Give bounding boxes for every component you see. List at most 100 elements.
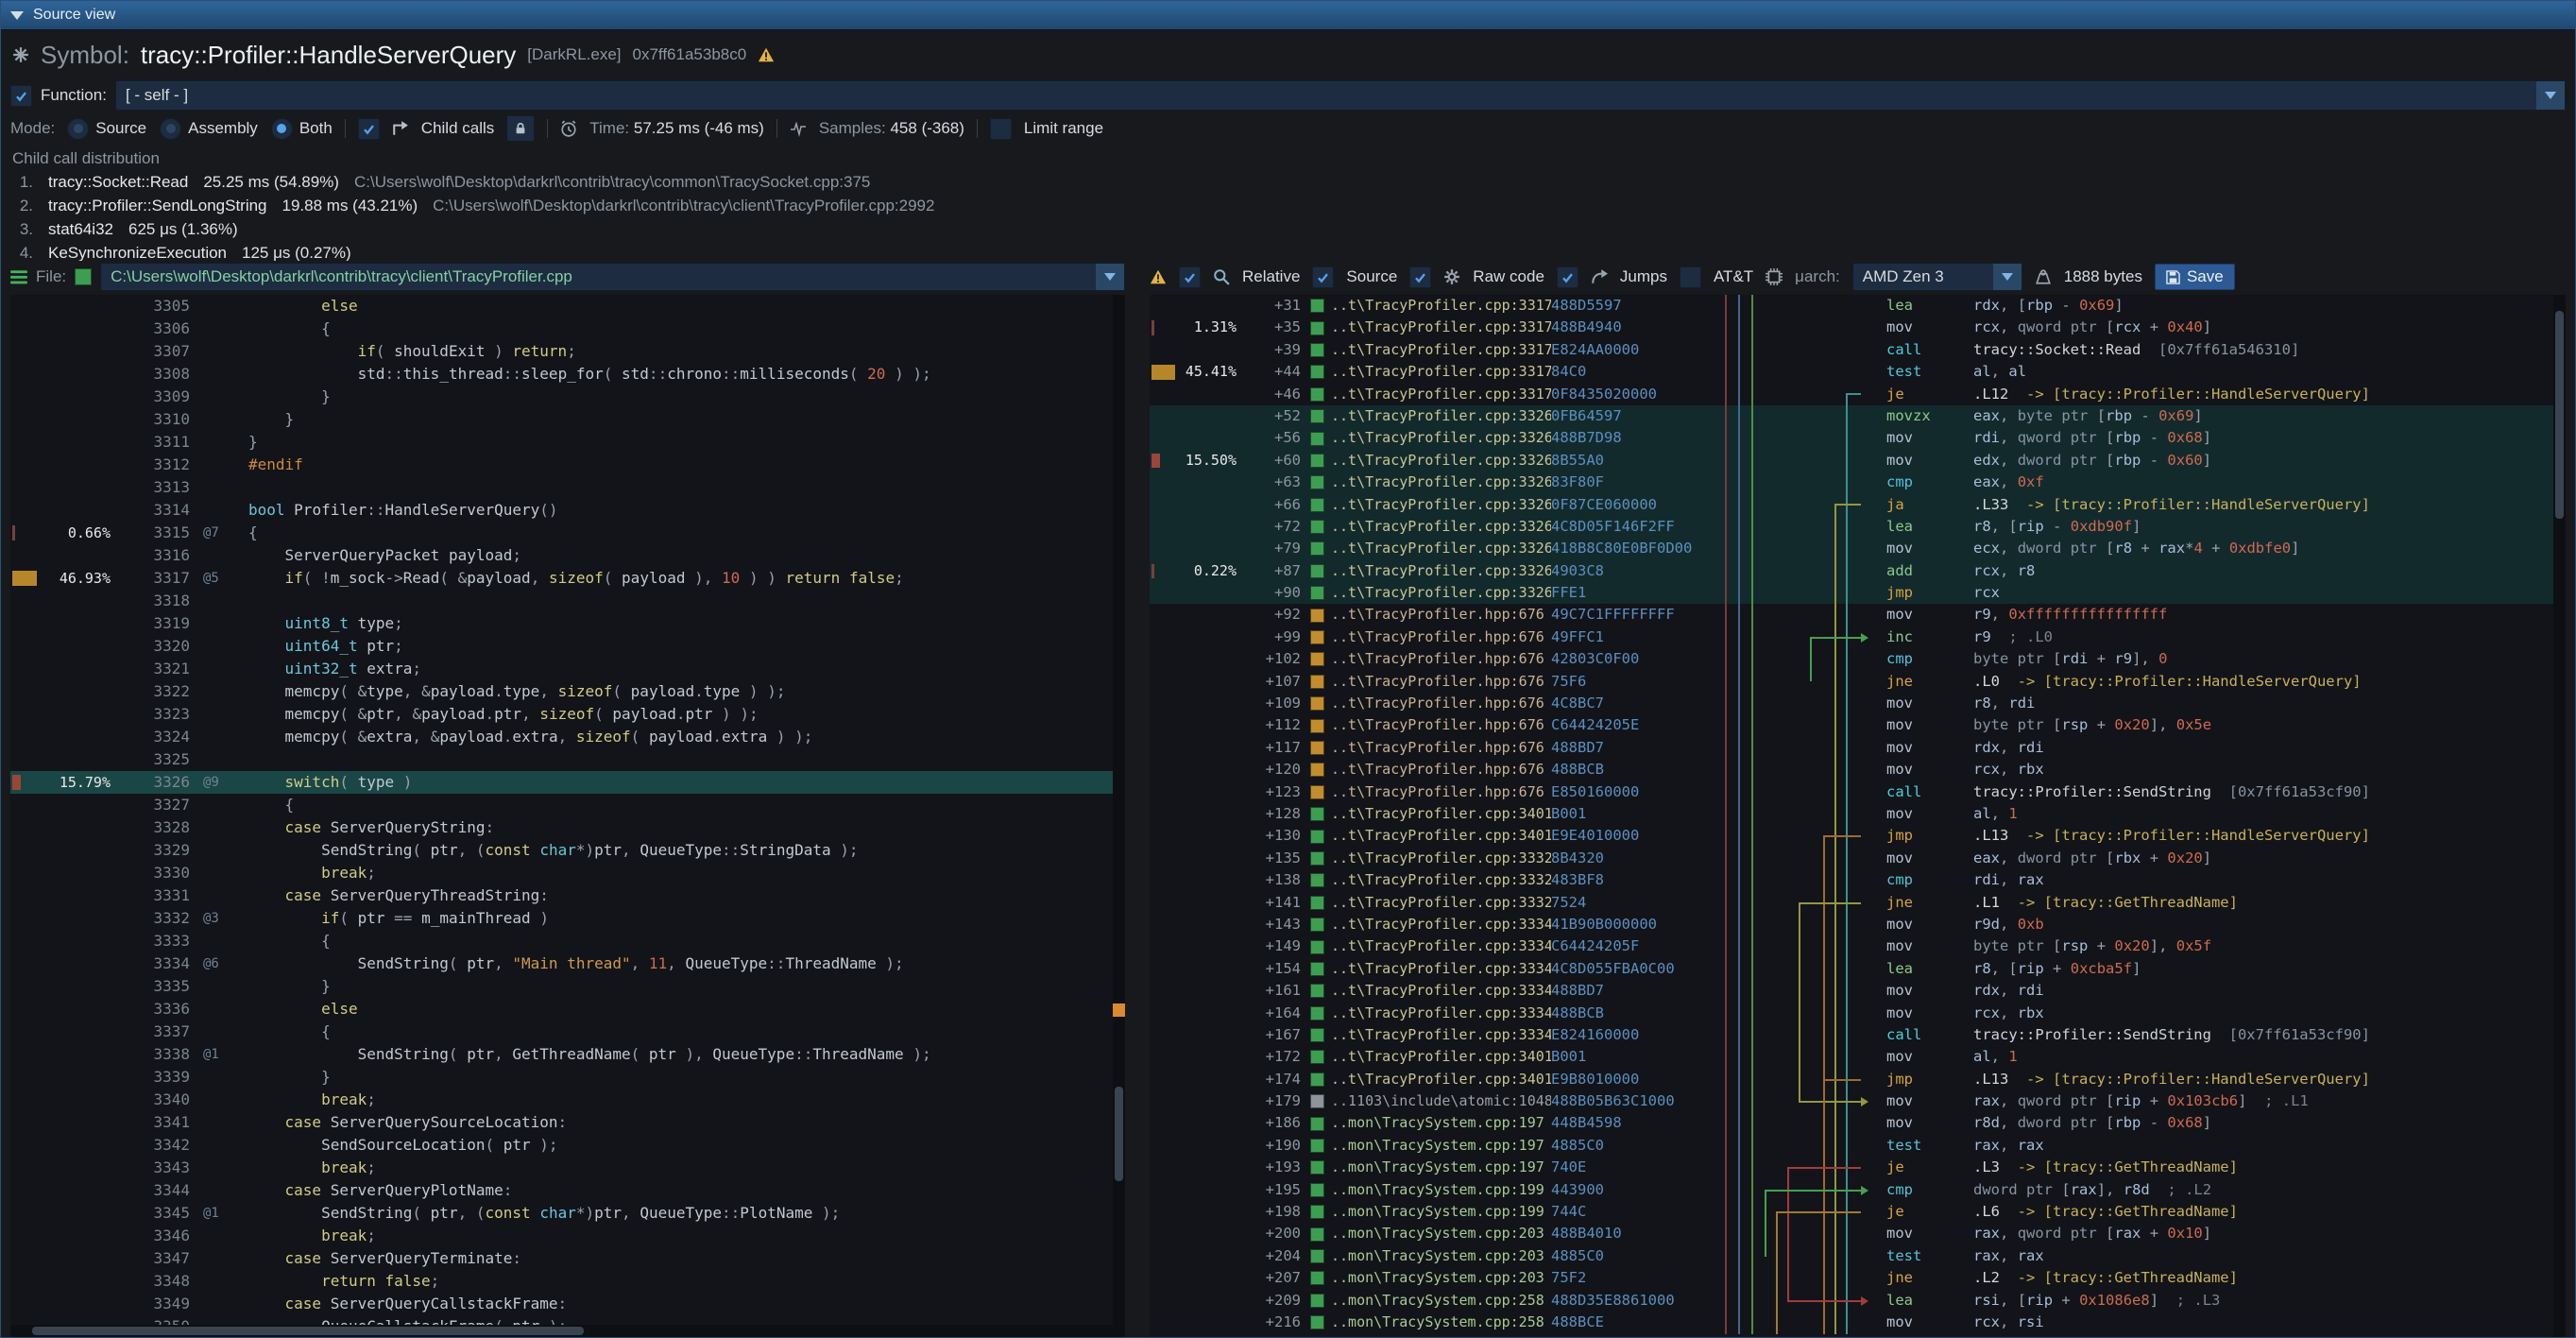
assembly-vertical-scrollbar[interactable]	[2553, 295, 2566, 1337]
asm-source-location[interactable]: ..mon\TracySystem.cpp:203	[1310, 1267, 1551, 1289]
asm-source-location[interactable]: ..mon\TracySystem.cpp:203	[1310, 1245, 1551, 1267]
source-line-3339[interactable]: 3339 }	[10, 1066, 1125, 1089]
titlebar[interactable]: Source view	[1, 1, 2575, 30]
asm-row-+63[interactable]: +63..t\TracyProfiler.cpp:332683F80Fcmpea…	[1150, 472, 2566, 493]
source-line-3309[interactable]: 3309 }	[10, 386, 1125, 408]
raw-code-checkbox[interactable]	[1409, 266, 1431, 288]
source-line-3327[interactable]: 3327 {	[10, 794, 1125, 816]
asm-row-+179[interactable]: +179..1103\include\atomic:1048488B05B63C…	[1150, 1090, 2566, 1112]
asm-source-location[interactable]: ..t\TracyProfiler.hpp:676	[1310, 759, 1551, 780]
asm-source-location[interactable]: ..t\TracyProfiler.cpp:3332	[1310, 848, 1551, 869]
source-line-3321[interactable]: 3321 uint32_t extra;	[10, 658, 1125, 680]
source-line-3307[interactable]: 3307 if( shouldExit ) return;	[10, 340, 1125, 363]
asm-row-+52[interactable]: +52..t\TracyProfiler.cpp:33260FB64597mov…	[1150, 405, 2566, 427]
asm-row-+123[interactable]: +123..t\TracyProfiler.hpp:676E850160000c…	[1150, 781, 2566, 803]
chevron-down-icon[interactable]	[2536, 81, 2565, 110]
asm-row-+198[interactable]: +198..mon\TracySystem.cpp:199744Cje.L6 -…	[1150, 1201, 2566, 1223]
asm-source-location[interactable]: ..mon\TracySystem.cpp:199	[1310, 1179, 1551, 1201]
source-line-3314[interactable]: 3314bool Profiler::HandleServerQuery()	[10, 499, 1125, 522]
asm-source-location[interactable]: ..1103\include\atomic:1048	[1310, 1090, 1551, 1112]
asm-row-+143[interactable]: +143..t\TracyProfiler.cpp:333441B90B0000…	[1150, 914, 2566, 935]
source-line-3348[interactable]: 3348 return false;	[10, 1270, 1125, 1293]
collapse-icon[interactable]	[10, 11, 24, 20]
scrollbar-handle[interactable]	[2555, 311, 2564, 520]
asm-source-location[interactable]: ..t\TracyProfiler.cpp:3334	[1310, 980, 1551, 1002]
source-line-3319[interactable]: 3319 uint8_t type;	[10, 612, 1125, 635]
asm-row-+66[interactable]: +66..t\TracyProfiler.cpp:33260F87CE06000…	[1150, 494, 2566, 516]
asm-row-+107[interactable]: +107..t\TracyProfiler.hpp:67675F6jne.L0 …	[1150, 671, 2566, 693]
asm-row-+31[interactable]: +31..t\TracyProfiler.cpp:3317488D5597lea…	[1150, 295, 2566, 317]
source-vertical-scrollbar[interactable]	[1113, 295, 1125, 1337]
asm-source-location[interactable]: ..t\TracyProfiler.cpp:3326	[1310, 450, 1551, 472]
source-line-3305[interactable]: 3305 else	[10, 295, 1125, 317]
asm-source-location[interactable]: ..mon\TracySystem.cpp:197	[1310, 1135, 1551, 1157]
asm-source-location[interactable]: ..t\TracyProfiler.hpp:676	[1310, 671, 1551, 693]
asm-source-location[interactable]: ..t\TracyProfiler.cpp:3326	[1310, 538, 1551, 559]
asm-row-+209[interactable]: +209..mon\TracySystem.cpp:258488D35E8861…	[1150, 1290, 2566, 1312]
asm-source-location[interactable]: ..t\TracyProfiler.cpp:3326	[1310, 494, 1551, 516]
source-line-3311[interactable]: 3311}	[10, 431, 1125, 454]
asm-row-+200[interactable]: +200..mon\TracySystem.cpp:203488B4010mov…	[1150, 1223, 2566, 1244]
source-line-3306[interactable]: 3306 {	[10, 317, 1125, 340]
asm-row-+109[interactable]: +109..t\TracyProfiler.hpp:6764C8BC7movr8…	[1150, 693, 2566, 714]
source-line-3346[interactable]: 3346 break;	[10, 1225, 1125, 1247]
asm-row-+112[interactable]: +112..t\TracyProfiler.hpp:676C64424205Em…	[1150, 714, 2566, 736]
child-call-entry[interactable]: 3.stat64i32625 μs (1.36%)	[12, 217, 2564, 241]
asm-row-+174[interactable]: +174..t\TracyProfiler.cpp:3401E9B8010000…	[1150, 1069, 2566, 1090]
asm-source-location[interactable]: ..t\TracyProfiler.hpp:676	[1310, 626, 1551, 648]
asm-source-location[interactable]: ..t\TracyProfiler.cpp:3317	[1310, 295, 1551, 317]
asm-source-location[interactable]: ..t\TracyProfiler.cpp:3326	[1310, 472, 1551, 493]
child-calls-checkbox[interactable]	[358, 118, 380, 140]
asm-row-+193[interactable]: +193..mon\TracySystem.cpp:197740Eje.L3 -…	[1150, 1157, 2566, 1178]
asm-source-location[interactable]: ..t\TracyProfiler.cpp:3326	[1310, 516, 1551, 538]
asm-source-location[interactable]: ..t\TracyProfiler.cpp:3332	[1310, 869, 1551, 891]
source-line-3331[interactable]: 3331 case ServerQueryThreadString:	[10, 884, 1125, 907]
asm-source-location[interactable]: ..t\TracyProfiler.cpp:3332	[1310, 892, 1551, 914]
mode-radio-both[interactable]: Both	[271, 118, 333, 140]
asm-row-+195[interactable]: +195..mon\TracySystem.cpp:199443900cmpdw…	[1150, 1179, 2566, 1201]
function-combo[interactable]: [ - self - ]	[115, 80, 2566, 111]
asm-row-+56[interactable]: +56..t\TracyProfiler.cpp:3326488B7D98mov…	[1150, 427, 2566, 449]
asm-source-location[interactable]: ..mon\TracySystem.cpp:197	[1310, 1157, 1551, 1178]
asm-row-+138[interactable]: +138..t\TracyProfiler.cpp:3332483BF8cmpr…	[1150, 869, 2566, 891]
function-checkbox[interactable]	[10, 85, 32, 107]
source-line-3312[interactable]: 3312#endif	[10, 454, 1125, 476]
source-line-3343[interactable]: 3343 break;	[10, 1157, 1125, 1179]
att-checkbox[interactable]	[1680, 266, 1701, 288]
source-line-3329[interactable]: 3329 SendString( ptr, (const char*)ptr, …	[10, 839, 1125, 862]
uarch-combo[interactable]: AMD Zen 3	[1852, 263, 2022, 291]
asm-row-+87[interactable]: 0.22%+87..t\TracyProfiler.cpp:33264903C8…	[1150, 560, 2566, 582]
asm-row-+99[interactable]: +99..t\TracyProfiler.hpp:67649FFC1incr9 …	[1150, 626, 2566, 648]
asm-source-location[interactable]: ..mon\TracySystem.cpp:258	[1310, 1312, 1551, 1333]
asm-row-+164[interactable]: +164..t\TracyProfiler.cpp:3334488BCBmovr…	[1150, 1003, 2566, 1024]
child-call-entry[interactable]: 4.KeSynchronizeExecution125 μs (0.27%)	[12, 241, 2564, 261]
asm-row-+186[interactable]: +186..mon\TracySystem.cpp:197448B4598mov…	[1150, 1112, 2566, 1134]
asm-row-+90[interactable]: +90..t\TracyProfiler.cpp:3326FFE1jmprcx	[1150, 582, 2566, 604]
source-line-3342[interactable]: 3342 SendSourceLocation( ptr );	[10, 1134, 1125, 1157]
asm-row-+79[interactable]: +79..t\TracyProfiler.cpp:3326418B8C80E0B…	[1150, 538, 2566, 559]
asm-source-location[interactable]: ..t\TracyProfiler.cpp:3401	[1310, 825, 1551, 847]
asm-row-+72[interactable]: +72..t\TracyProfiler.cpp:33264C8D05F146F…	[1150, 516, 2566, 538]
asm-source-location[interactable]: ..t\TracyProfiler.cpp:3334	[1310, 914, 1551, 935]
source-line-3318[interactable]: 3318	[10, 590, 1125, 612]
asm-source-location[interactable]: ..mon\TracySystem.cpp:199	[1310, 1201, 1551, 1223]
source-line-3322[interactable]: 3322 memcpy( &type, &payload.type, sizeo…	[10, 680, 1125, 703]
asm-source-location[interactable]: ..t\TracyProfiler.hpp:676	[1310, 604, 1551, 626]
source-line-3340[interactable]: 3340 break;	[10, 1089, 1125, 1111]
source-line-3333[interactable]: 3333 {	[10, 930, 1125, 952]
asm-row-+161[interactable]: +161..t\TracyProfiler.cpp:3334488BD7movr…	[1150, 980, 2566, 1002]
scrollbar-handle[interactable]	[1115, 1087, 1123, 1180]
asm-source-location[interactable]: ..t\TracyProfiler.cpp:3326	[1310, 560, 1551, 582]
asm-source-location[interactable]: ..t\TracyProfiler.cpp:3334	[1310, 1024, 1551, 1046]
asm-source-location[interactable]: ..t\TracyProfiler.cpp:3326	[1310, 427, 1551, 449]
source-line-3344[interactable]: 3344 case ServerQueryPlotName:	[10, 1179, 1125, 1202]
source-line-3347[interactable]: 3347 case ServerQueryTerminate:	[10, 1247, 1125, 1270]
asm-source-location[interactable]: ..t\TracyProfiler.cpp:3401	[1310, 803, 1551, 825]
source-line-3310[interactable]: 3310 }	[10, 408, 1125, 431]
asm-row-+120[interactable]: +120..t\TracyProfiler.hpp:676488BCBmovrc…	[1150, 759, 2566, 780]
asm-source-location[interactable]: ..t\TracyProfiler.hpp:676	[1310, 737, 1551, 759]
source-line-3337[interactable]: 3337 {	[10, 1021, 1125, 1043]
asm-row-+102[interactable]: +102..t\TracyProfiler.hpp:67642803C0F00c…	[1150, 648, 2566, 670]
asm-source-location[interactable]: ..t\TracyProfiler.cpp:3317	[1310, 384, 1551, 405]
asm-row-+204[interactable]: +204..mon\TracySystem.cpp:2034885C0testr…	[1150, 1245, 2566, 1267]
